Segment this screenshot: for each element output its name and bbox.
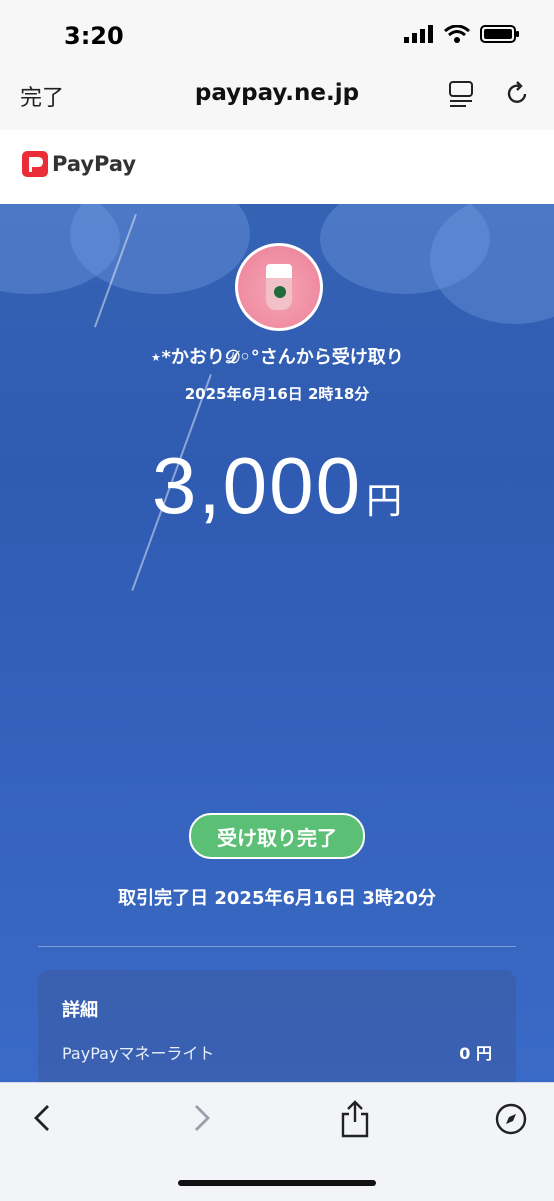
status-icons — [404, 25, 520, 43]
signal-icon — [404, 25, 433, 43]
completed-date: 取引完了日 2025年6月16日 3時20分 — [118, 888, 436, 909]
sender-line: ⋆*かおり𝒟◦°さんから受け取り — [150, 347, 404, 368]
compass-icon[interactable] — [495, 1103, 527, 1135]
home-indicator — [178, 1180, 376, 1186]
details-title: 詳細 — [62, 1000, 98, 1021]
share-icon[interactable] — [340, 1100, 370, 1138]
sender-avatar — [235, 243, 323, 331]
transaction-panel — [0, 204, 554, 1082]
battery-icon — [480, 25, 519, 43]
currency-label: 円 — [366, 481, 403, 522]
browser-header: 3:20 完了 paypay.ne.jp — [0, 0, 554, 131]
amount-display: 3,000 円 — [0, 440, 554, 532]
transaction-datetime: 2025年6月16日 2時18分 — [184, 385, 370, 403]
paypay-logo-icon — [22, 151, 48, 177]
reload-icon[interactable] — [504, 80, 530, 108]
divider — [38, 946, 516, 947]
detail-row-label: PayPayマネーライト — [62, 1044, 215, 1063]
detail-row-value: 0 円 — [459, 1044, 492, 1063]
wifi-icon — [444, 25, 470, 43]
status-time: 3:20 — [64, 22, 124, 50]
paypay-logo-text: PayPay — [52, 152, 137, 176]
back-icon[interactable] — [30, 1100, 54, 1136]
amount-value: 3,000 — [151, 441, 363, 530]
status-badge: 受け取り完了 — [189, 813, 365, 859]
tabs-icon[interactable] — [448, 80, 474, 108]
forward-icon[interactable] — [190, 1100, 214, 1136]
